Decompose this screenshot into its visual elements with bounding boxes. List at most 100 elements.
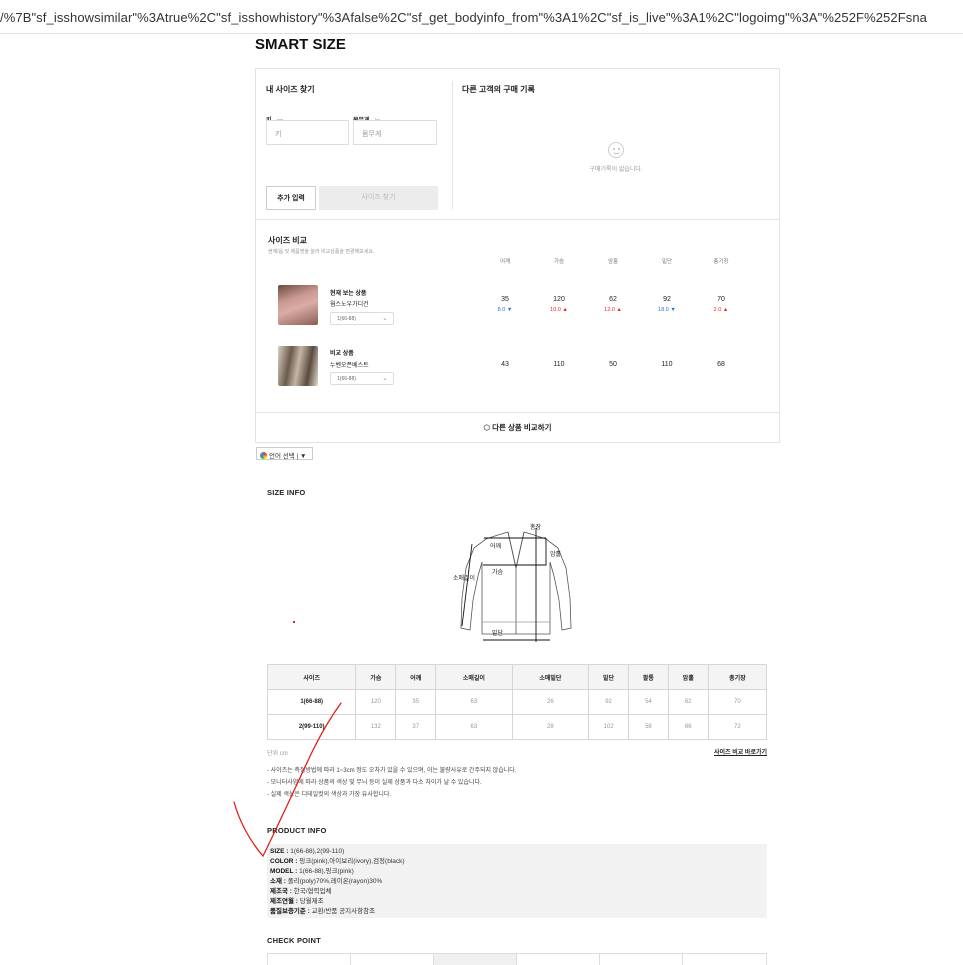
compare-value-length: 68 <box>717 361 725 368</box>
smart-size-panel: 내 사이즈 찾기 키 cm 몸무게 kg 키 몸무게 추가 입력 사이즈 찾기 … <box>255 68 780 443</box>
purchase-history-heading: 다른 고객의 구매 기록 <box>462 85 535 94</box>
find-size-heading: 내 사이즈 찾기 <box>266 85 315 94</box>
compare-col-shoulder: 어깨 <box>499 259 511 265</box>
current-value-shoulder: 35 <box>501 296 509 303</box>
size-table-header-row: 사이즈 가슴 어깨 소매길이 소매밑단 밑단 팔통 암홀 총기장 <box>266 664 768 690</box>
size-table-header: 사이즈 <box>266 664 357 690</box>
diff-length: 2.0 ▲ <box>713 307 729 313</box>
table-cell: 1(66-88) <box>266 689 357 715</box>
current-value-chest: 120 <box>553 296 565 303</box>
extra-input-button[interactable]: 추가 입력 <box>266 186 316 210</box>
address-bar[interactable]: /%7B"sf_isshowsimilar"%3Atrue%2C"sf_issh… <box>0 0 963 34</box>
current-product-name[interactable]: 웜스노우가디건 <box>330 299 369 308</box>
arrow-up-icon: ▲ <box>722 307 729 313</box>
find-size-button[interactable]: 사이즈 찾기 <box>319 186 438 210</box>
compare-col-chest: 가슴 <box>553 259 565 265</box>
product-info-line: 소재 : 폴리(poly)70%,레이온(rayon)30% <box>270 878 383 885</box>
compare-product-tag: 비교 상품 <box>330 351 354 357</box>
diff-armhole: 12.0 ▲ <box>604 307 622 313</box>
product-info-line: SIZE : 1(66-88),2(99-110) <box>270 848 345 855</box>
table-cell: 63 <box>435 714 513 740</box>
diagram-label-total-length: 총장 <box>530 525 542 531</box>
size-table-header: 어깨 <box>395 664 437 690</box>
compare-other-button[interactable]: ⬡ 다른 상품 비교하기 <box>256 413 779 442</box>
size-note: - 모니터사양에 따라 상품의 색상 및 무늬 등이 실제 상품과 다소 차이가… <box>267 780 482 786</box>
table-row: 2(99-110) 132 37 63 28 102 58 66 72 <box>266 714 768 740</box>
arrow-up-icon: ▲ <box>562 307 568 313</box>
arrow-up-icon: ▲ <box>616 307 622 313</box>
red-dot-mark <box>293 621 295 623</box>
size-compare-subtext: 현재/옵 및 제품명을 눌러 비교상품을 변경해보세요. <box>268 249 375 255</box>
product-info-line: MODEL : 1(66-88),핑크(pink) <box>270 868 354 875</box>
compare-value-hem: 110 <box>661 361 673 368</box>
size-note: - 사이즈는 측정방법에 따라 1~3cm 정도 오차가 있을 수 있으며, 이… <box>267 768 517 774</box>
compare-col-armhole: 암홀 <box>607 259 619 265</box>
table-cell: 132 <box>355 714 397 740</box>
dropdown-arrow-icon: ▼ <box>300 453 307 460</box>
size-table-header: 밑단 <box>588 664 629 690</box>
table-cell: 63 <box>435 689 513 715</box>
table-cell: 70 <box>707 689 768 715</box>
table-cell: 66 <box>667 714 709 740</box>
arrow-down-icon: ▼ <box>670 307 676 313</box>
language-select[interactable]: 언어 선택 | ▼ <box>256 447 313 460</box>
product-info-line: 품질보증기준 : 교환/반품 공지사항참조 <box>270 908 376 915</box>
table-cell: 35 <box>395 689 437 715</box>
check-point-cell <box>433 953 517 965</box>
compare-col-hem: 밑단 <box>661 259 673 265</box>
compare-value-chest: 110 <box>553 361 565 368</box>
size-table: 사이즈 가슴 어깨 소매길이 소매밑단 밑단 팔통 암홀 총기장 1(66-88… <box>266 664 768 740</box>
diagram-label-chest: 가슴 <box>492 570 504 576</box>
section-divider <box>256 219 779 220</box>
diff-hem: 18.0 ▼ <box>658 307 676 313</box>
diff-shoulder: 8.0 ▼ <box>497 307 513 313</box>
size-table-header: 암홀 <box>667 664 709 690</box>
compare-col-length: 총기장 <box>713 259 729 265</box>
unit-label: 단위 cm <box>267 751 288 757</box>
check-point-cell <box>682 953 767 965</box>
table-cell: 37 <box>395 714 437 740</box>
table-cell: 54 <box>627 689 669 715</box>
size-table-header: 가슴 <box>355 664 397 690</box>
chevron-down-icon: ⌄ <box>382 315 388 322</box>
diagram-label-sleeve: 소매길이 <box>453 576 476 582</box>
height-input[interactable]: 키 <box>266 120 349 145</box>
current-value-length: 70 <box>717 296 725 303</box>
compare-product-size-value: 1(66-88) <box>337 376 356 382</box>
table-cell: 62 <box>667 689 709 715</box>
compare-product-thumbnail <box>278 346 318 386</box>
compare-value-armhole: 50 <box>609 361 617 368</box>
compare-product-size-select[interactable]: 1(66-88) ⌄ <box>330 372 394 385</box>
table-cell: 102 <box>588 714 629 740</box>
size-table-header: 소매밑단 <box>511 664 590 690</box>
diff-chest: 10.0 ▲ <box>550 307 568 313</box>
chevron-down-icon: ⌄ <box>382 375 388 382</box>
weight-input[interactable]: 몸무게 <box>353 120 437 145</box>
box-icon: ⬡ <box>483 423 491 432</box>
table-cell: 26 <box>511 689 590 715</box>
diagram-label-armhole: 암홀 <box>550 552 562 558</box>
diagram-label-shoulder: 어깨 <box>490 544 502 550</box>
size-info-heading: SIZE INFO <box>267 488 306 497</box>
current-product-tag: 현재 보는 상품 <box>330 291 367 297</box>
table-row: 1(66-88) 120 35 63 26 92 54 62 70 <box>266 689 768 715</box>
current-product-size-value: 1(66-88) <box>337 316 356 322</box>
language-label: 언어 선택 <box>269 453 295 460</box>
table-cell: 92 <box>588 689 629 715</box>
check-point-heading: CHECK POINT <box>267 936 321 945</box>
check-point-cell <box>516 953 600 965</box>
check-point-cell <box>599 953 683 965</box>
page-title: SMART SIZE <box>255 36 346 53</box>
empty-history-text: 구매기록이 없습니다. <box>589 167 643 173</box>
table-cell: 58 <box>627 714 669 740</box>
size-compare-link[interactable]: 사이즈 비교 바로가기 <box>714 747 767 756</box>
size-table-header: 총기장 <box>707 664 768 690</box>
url-text: /%7B"sf_isshowsimilar"%3Atrue%2C"sf_issh… <box>0 10 928 25</box>
table-cell: 2(99-110) <box>266 714 357 740</box>
diagram-label-hem: 밑단 <box>492 631 504 637</box>
current-product-size-select[interactable]: 1(66-88) ⌄ <box>330 312 394 325</box>
product-info-line: 제조연월 : 당월제조 <box>270 898 324 905</box>
compare-product-name[interactable]: 누벤오픈베스트 <box>330 360 369 369</box>
google-icon <box>260 452 267 459</box>
compare-other-label: 다른 상품 비교하기 <box>492 423 552 432</box>
